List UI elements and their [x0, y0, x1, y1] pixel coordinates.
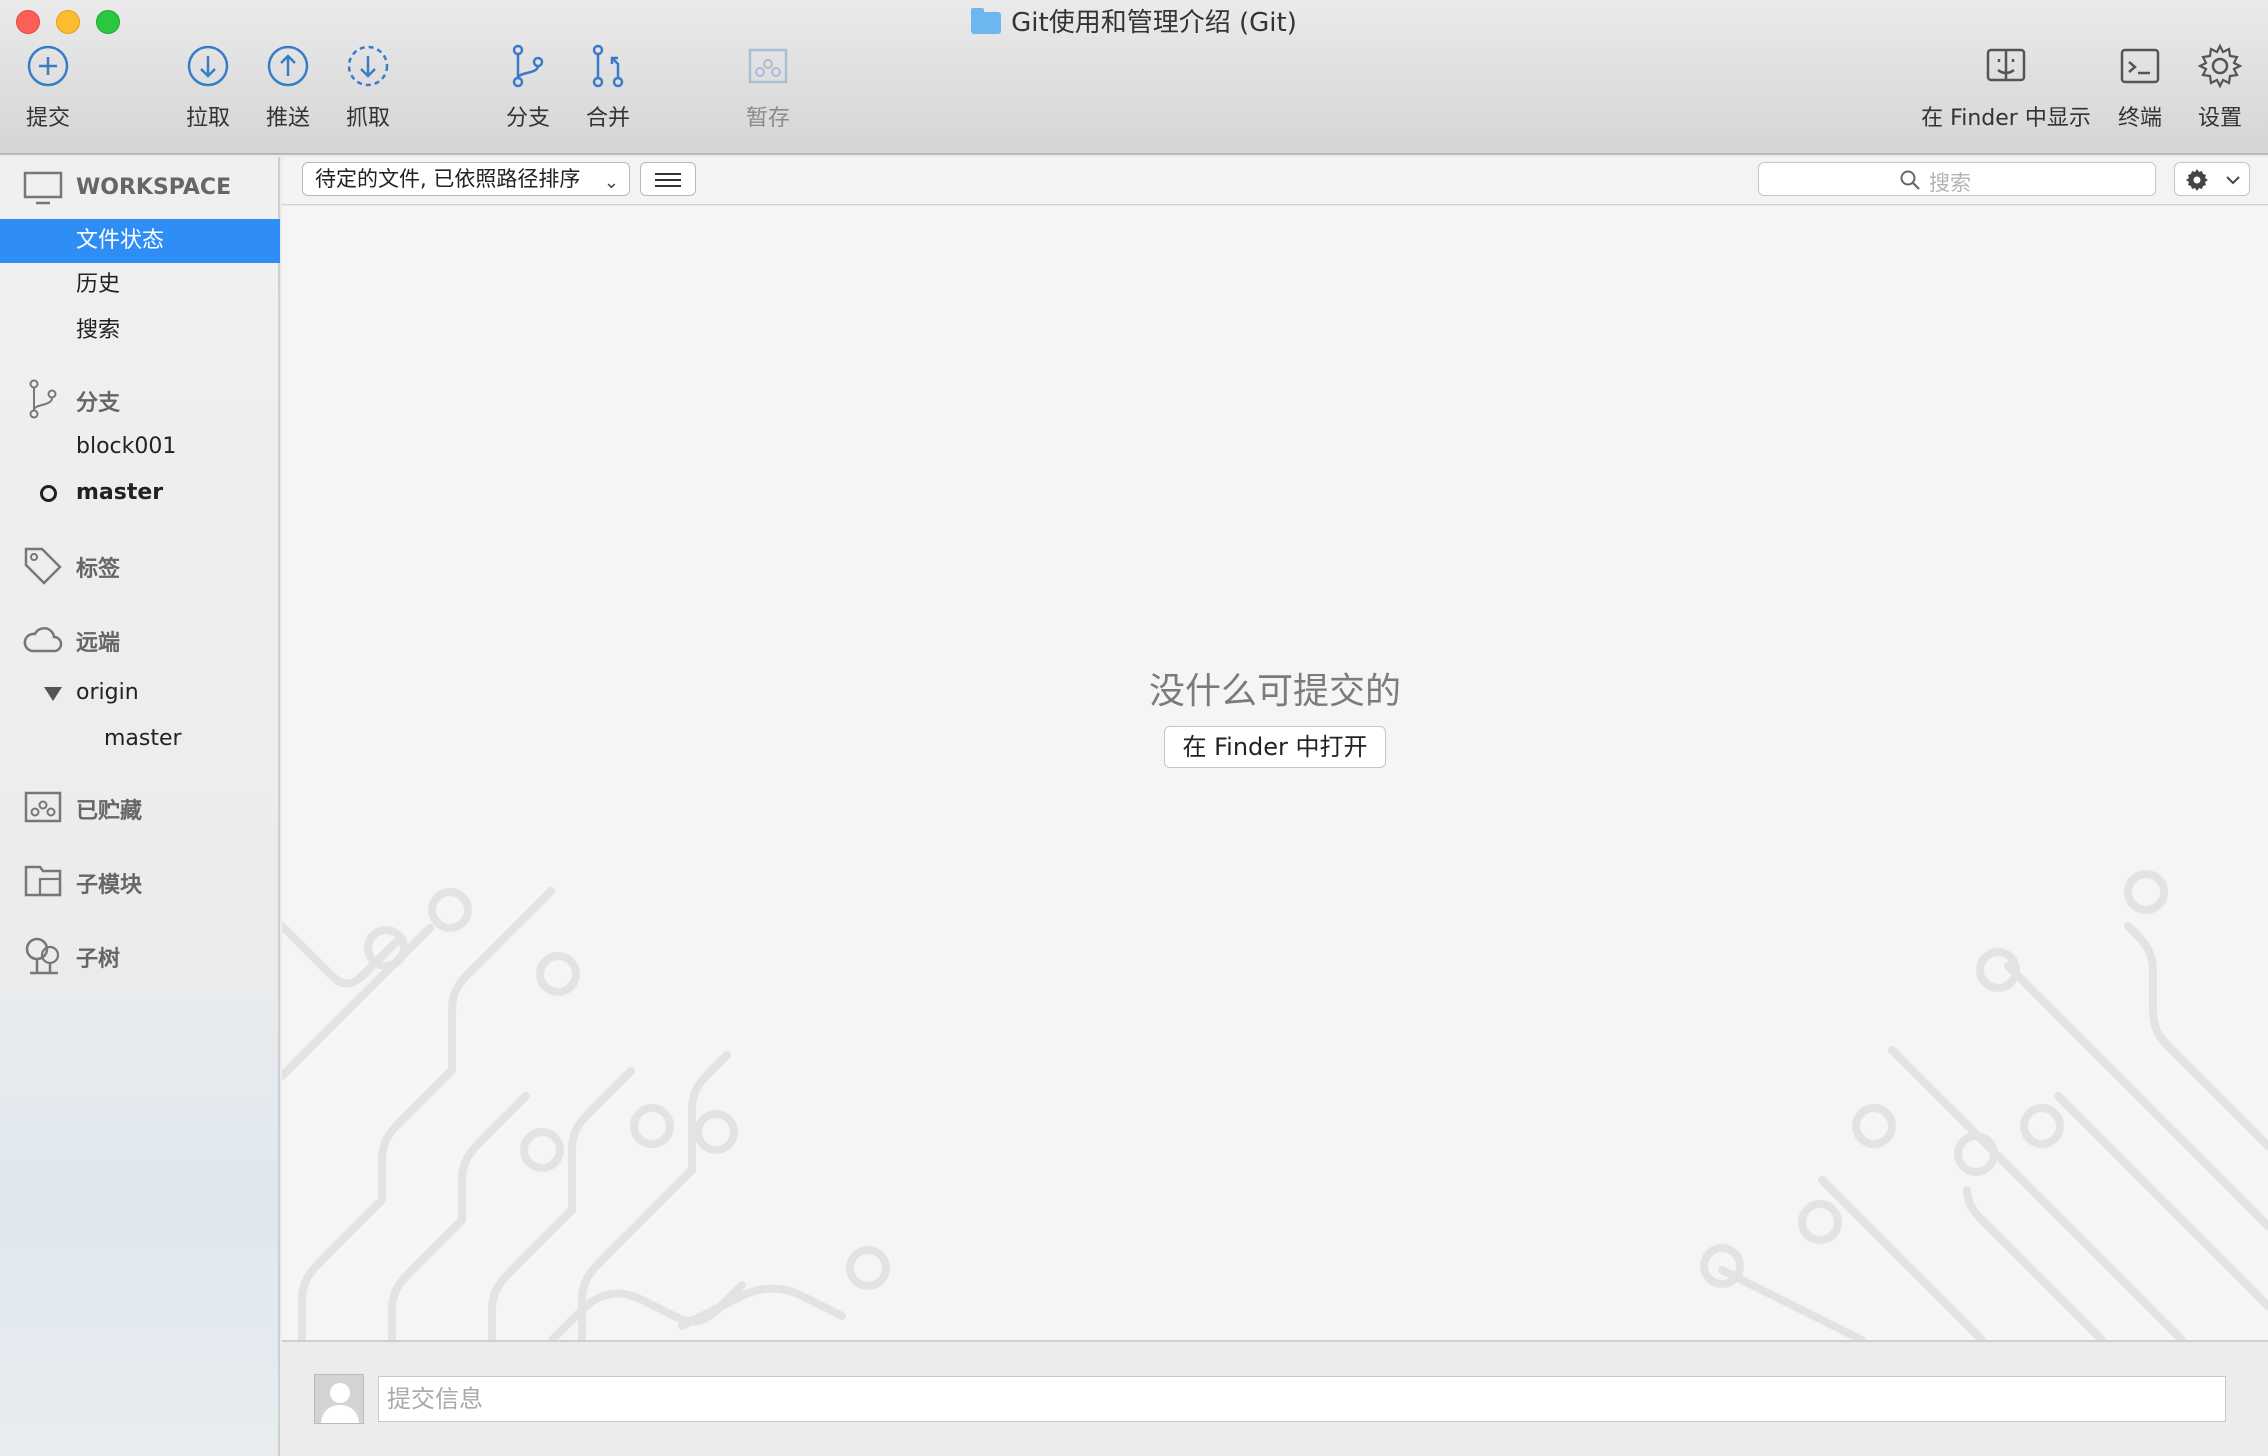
list-icon-line	[655, 185, 681, 187]
folder-icon	[971, 8, 1002, 34]
current-branch-marker	[40, 485, 57, 502]
workspace-label: WORKSPACE	[76, 175, 232, 200]
submodule-icon	[24, 865, 62, 897]
stashes-header[interactable]: 已贮藏	[0, 787, 280, 827]
subtrees-label: 子树	[76, 947, 121, 972]
list-view-button[interactable]	[640, 162, 696, 196]
merge-button[interactable]: 合并	[578, 42, 638, 138]
arrow-down-circle-icon	[187, 45, 229, 87]
submodules-label: 子模块	[76, 873, 143, 898]
chevron-down-icon: ⌄	[603, 172, 619, 193]
plus-circle-icon	[27, 45, 69, 87]
window-title-text: Git使用和管理介绍 (Git)	[1011, 8, 1297, 38]
fetch-label: 抓取	[345, 106, 390, 131]
pull-label: 拉取	[185, 106, 230, 131]
file-sort-value: 待定的文件, 已依照路径排序	[315, 167, 581, 191]
pull-button[interactable]: 拉取	[178, 42, 238, 138]
list-icon-line	[655, 179, 681, 181]
settings-button[interactable]: 设置	[2190, 42, 2250, 138]
title-toolbar: Git使用和管理介绍 (Git) 提交 拉取 推送 抓取 分支 合并 暂存 在 …	[0, 0, 2268, 155]
sidebar-item-history[interactable]: 历史	[0, 263, 280, 307]
chevron-down-icon	[2226, 176, 2240, 185]
arrow-up-circle-icon	[267, 45, 309, 87]
monitor-icon	[23, 171, 63, 205]
empty-state-title: 没什么可提交的	[1148, 671, 1401, 712]
branch-label: 分支	[505, 106, 550, 131]
circuit-background	[282, 870, 2268, 1340]
show-in-finder-label: 在 Finder 中显示	[1921, 106, 2091, 131]
window-title: Git使用和管理介绍 (Git)	[0, 6, 2268, 40]
sidebar-item-search[interactable]: 搜索	[0, 309, 280, 353]
show-in-finder-button[interactable]: 在 Finder 中显示	[1916, 42, 2096, 138]
cloud-icon	[23, 627, 63, 653]
branches-label: 分支	[76, 391, 121, 416]
merge-label: 合并	[585, 106, 630, 131]
tree-icon	[25, 937, 60, 975]
stash-icon	[24, 791, 62, 823]
sidebar-item-branch-block001[interactable]: block001	[0, 425, 280, 469]
push-button[interactable]: 推送	[258, 42, 318, 138]
fetch-button[interactable]: 抓取	[338, 42, 398, 138]
avatar	[314, 1374, 364, 1424]
commit-button[interactable]: 提交	[18, 42, 78, 138]
branch-button[interactable]: 分支	[498, 42, 558, 138]
commit-label: 提交	[25, 106, 70, 131]
remotes-label: 远端	[76, 631, 121, 656]
open-in-finder-button[interactable]: 在 Finder 中打开	[1164, 726, 1386, 768]
tags-header[interactable]: 标签	[0, 545, 280, 585]
gear-icon	[2186, 169, 2208, 191]
terminal-label: 终端	[2117, 106, 2162, 131]
stashes-label: 已贮藏	[76, 799, 143, 824]
commit-message-bar: 提交信息	[282, 1340, 2268, 1456]
sidebar-item-remote-origin[interactable]: origin	[0, 671, 280, 715]
terminal-icon	[2120, 48, 2160, 84]
subtrees-header[interactable]: 子树	[0, 935, 280, 975]
search-icon	[1900, 170, 1920, 190]
file-sort-dropdown[interactable]: 待定的文件, 已依照路径排序 ⌄	[302, 162, 630, 196]
commit-message-input[interactable]: 提交信息	[378, 1376, 2226, 1422]
submodules-header[interactable]: 子模块	[0, 861, 280, 901]
fetch-dashed-circle-icon	[347, 45, 389, 87]
branch-icon	[29, 379, 57, 419]
merge-icon	[592, 44, 624, 88]
options-gear-button[interactable]	[2174, 162, 2250, 196]
sidebar-item-file-status[interactable]: 文件状态	[0, 219, 280, 263]
branch-icon	[512, 44, 544, 88]
list-icon	[655, 173, 681, 175]
workspace-header[interactable]: WORKSPACE	[0, 169, 280, 209]
gear-icon	[2197, 43, 2243, 89]
search-placeholder: 搜索	[1929, 171, 1971, 195]
terminal-button[interactable]: 终端	[2110, 42, 2170, 138]
disclosure-triangle-icon[interactable]	[44, 687, 62, 701]
file-status-main: 没什么可提交的 在 Finder 中打开	[282, 206, 2268, 1340]
push-label: 推送	[265, 106, 310, 131]
remotes-header[interactable]: 远端	[0, 619, 280, 659]
stash-button[interactable]: 暂存	[738, 42, 798, 138]
remote-origin-label: origin	[76, 680, 139, 705]
stash-icon	[748, 48, 788, 84]
sidebar: WORKSPACE 文件状态 历史 搜索 分支 block001 master …	[0, 157, 280, 1456]
commit-message-placeholder: 提交信息	[387, 1385, 483, 1413]
tags-label: 标签	[76, 557, 121, 582]
branches-header[interactable]: 分支	[0, 379, 280, 419]
tag-icon	[24, 547, 62, 585]
user-silhouette-icon	[321, 1383, 359, 1423]
search-input[interactable]: 搜索	[1758, 162, 2156, 196]
sidebar-item-remote-branch-master[interactable]: master	[0, 717, 280, 761]
file-filter-bar: 待定的文件, 已依照路径排序 ⌄ 搜索	[282, 157, 2268, 205]
stash-label: 暂存	[745, 106, 790, 131]
branch-master-label: master	[76, 480, 164, 505]
sidebar-item-branch-master[interactable]: master	[0, 471, 280, 515]
finder-icon	[1986, 48, 2026, 82]
settings-label: 设置	[2197, 106, 2242, 131]
